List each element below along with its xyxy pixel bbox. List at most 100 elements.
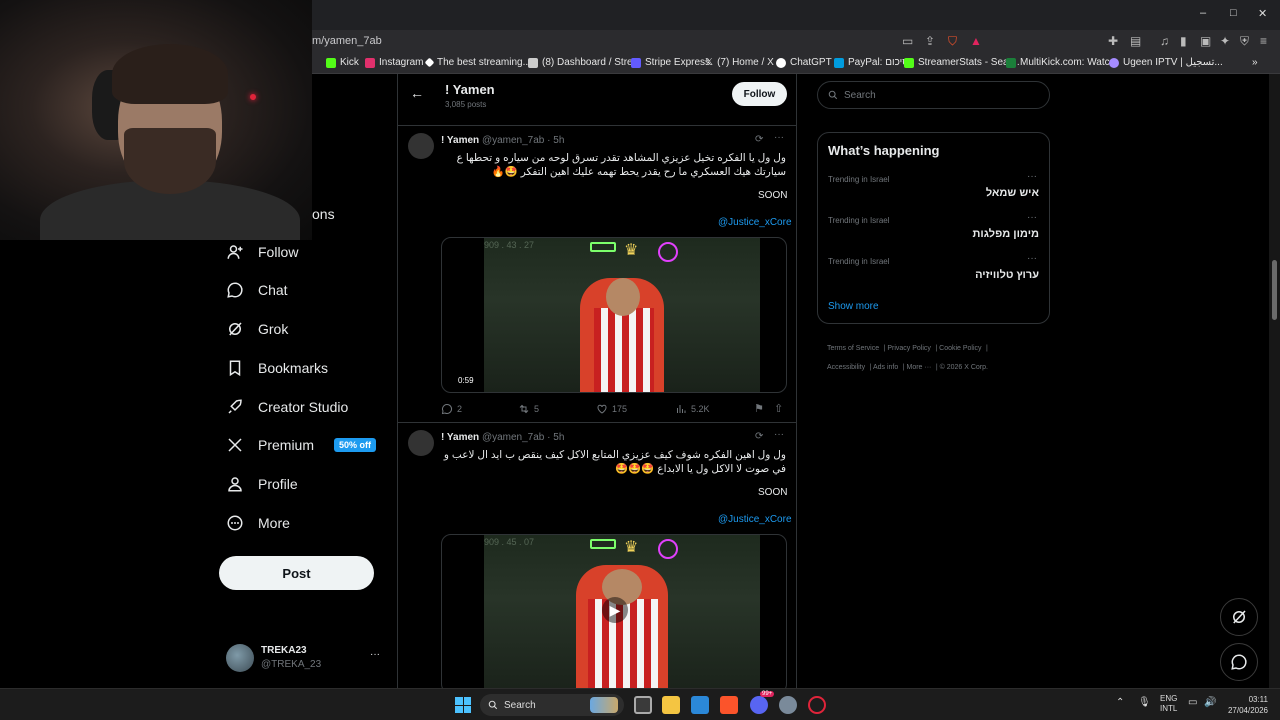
bookmark-multikick[interactable]: MultiKick.com: Watc... (1006, 57, 1118, 68)
bookmark-streamerstats[interactable]: StreamerStats - Sear... (904, 57, 1020, 68)
like-button[interactable]: 175 (596, 403, 627, 415)
tweet-avatar[interactable] (408, 133, 434, 159)
reader-icon[interactable]: ▤ (1130, 34, 1141, 48)
trend-menu-icon[interactable]: ··· (1027, 253, 1037, 264)
privacy-link[interactable]: Privacy Policy (887, 345, 931, 352)
bookmark-chatgpt[interactable]: ChatGPT (776, 57, 832, 68)
sidebar-icon[interactable]: ▮ (1180, 34, 1187, 48)
bookmark-instagram[interactable]: Instagram (365, 57, 423, 68)
nav-partial-label[interactable]: ons (312, 206, 335, 222)
discord-icon[interactable] (750, 696, 768, 714)
close-window-button[interactable]: ✕ (1258, 7, 1267, 20)
clock[interactable]: 03:11 27/04/2026 (1226, 694, 1268, 716)
cast-icon[interactable]: ▭ (902, 34, 913, 48)
trend-item[interactable]: Trending in Israel ··· איש שמאל (818, 169, 1049, 209)
nav-follow[interactable]: Follow (226, 238, 298, 266)
search-box[interactable]: Search (817, 81, 1050, 109)
nav-more[interactable]: More (226, 509, 290, 537)
menu-icon[interactable]: ≡ (1260, 34, 1267, 48)
bookmark-dashboard[interactable]: (8) Dashboard / Stre... (528, 57, 641, 68)
nav-grok[interactable]: Grok (226, 315, 288, 343)
microphone-icon[interactable]: 🎙 (1138, 697, 1151, 708)
leo-ai-icon[interactable]: ✦ (1220, 34, 1230, 48)
tweet-mention[interactable]: @Justice_xCore (718, 217, 792, 228)
brave-browser-icon[interactable] (720, 696, 738, 714)
tweet-video[interactable]: ♛ 909 . 43 . 27 0:59 (441, 237, 787, 393)
start-button[interactable] (455, 697, 471, 713)
page-scrollbar[interactable] (1269, 74, 1280, 688)
share-icon[interactable]: ⇧ (774, 402, 783, 415)
tweet-avatar[interactable] (408, 430, 434, 456)
grok-explain-icon[interactable]: ⟳ (755, 134, 763, 145)
reply-button[interactable]: 2 (441, 403, 462, 415)
bookmark-x-home[interactable]: 𝕏 (7) Home / X (705, 57, 774, 68)
file-explorer-icon[interactable] (662, 696, 680, 714)
scrollbar-thumb[interactable] (1272, 260, 1277, 320)
tweet-time[interactable]: · 5h (547, 135, 564, 146)
wallet-icon[interactable]: ▣ (1200, 34, 1211, 48)
post-button[interactable]: Post (219, 556, 374, 590)
brave-shield-icon[interactable]: ⛉ (948, 34, 957, 49)
nav-chat[interactable]: Chat (226, 276, 288, 304)
nav-creator-studio[interactable]: Creator Studio (226, 393, 348, 421)
store-icon[interactable] (691, 696, 709, 714)
minimize-button[interactable]: – (1200, 7, 1206, 19)
tweet-time[interactable]: · 5h (547, 432, 564, 443)
trend-item[interactable]: Trending in Israel ··· ערוץ טלוויזיה (818, 251, 1049, 291)
url-field[interactable]: m/yamen_7ab (312, 35, 382, 47)
grok-floating-button[interactable] (1220, 598, 1258, 636)
recording-app-icon[interactable] (808, 696, 826, 714)
nav-premium[interactable]: Premium 50% off (226, 431, 377, 459)
repost-button[interactable]: 5 (518, 403, 539, 415)
volume-icon[interactable]: 🔊 (1204, 697, 1216, 708)
chevron-up-icon[interactable]: ⌃ (1116, 697, 1124, 708)
tweet-author-name[interactable]: ! Yamen (441, 432, 479, 443)
tweet-menu-icon[interactable]: ··· (774, 429, 784, 440)
share-icon[interactable]: ⇪ (925, 34, 935, 48)
terms-link[interactable]: Terms of Service (827, 345, 879, 352)
task-view-icon[interactable] (634, 696, 652, 714)
tweet-1[interactable]: ! Yamen @yamen_7ab · 5h ⟳ ··· ول ول يا ا… (398, 126, 796, 422)
bookmark-kick[interactable]: Kick (326, 57, 359, 68)
play-icon[interactable]: ▶ (602, 597, 628, 623)
trend-menu-icon[interactable]: ··· (1027, 212, 1037, 223)
bookmark-paypal[interactable]: PayPal: סיכום (834, 57, 909, 68)
messages-floating-button[interactable] (1220, 643, 1258, 681)
tweet-menu-icon[interactable]: ··· (774, 132, 784, 143)
vpn-icon[interactable]: ⛨ (1240, 34, 1249, 49)
back-arrow-icon[interactable]: ← (410, 85, 424, 101)
media-icon[interactable]: ♫ (1160, 34, 1169, 48)
bookmark-ugeen[interactable]: Ugeen IPTV | تسجيل... (1109, 57, 1223, 68)
account-switcher[interactable]: TREKA23 @TREKA_23 ··· (226, 640, 386, 680)
tweet-2[interactable]: ! Yamen @yamen_7ab · 5h ⟳ ··· ول ول اهين… (398, 423, 796, 688)
tweet-mention[interactable]: @Justice_xCore (718, 514, 792, 525)
tweet-author-name[interactable]: ! Yamen (441, 135, 479, 146)
follow-button[interactable]: Follow (732, 82, 787, 106)
accessibility-link[interactable]: Accessibility (827, 364, 865, 371)
more-bookmarks-icon[interactable]: » (1252, 57, 1258, 68)
ads-info-link[interactable]: Ads info (873, 364, 898, 371)
trend-menu-icon[interactable]: ··· (1027, 171, 1037, 182)
account-menu-icon[interactable]: ··· (370, 649, 380, 660)
views-button[interactable]: 5.2K (675, 403, 710, 415)
extensions-icon[interactable]: ✚ (1108, 34, 1118, 48)
bookmark-streaming[interactable]: The best streaming... (424, 57, 531, 68)
tweet-author-handle[interactable]: @yamen_7ab (482, 432, 544, 443)
show-more-link[interactable]: Show more (828, 301, 879, 312)
tweet-video[interactable]: ♛ 909 . 45 . 07 ▶ (441, 534, 787, 688)
tweet-author-handle[interactable]: @yamen_7ab (482, 135, 544, 146)
language-indicator[interactable]: ENG INTL (1160, 694, 1177, 714)
trend-item[interactable]: Trending in Israel ··· מימון מפלגות (818, 210, 1049, 250)
network-icon[interactable]: ▭ (1188, 697, 1197, 708)
maximize-button[interactable]: □ (1230, 7, 1237, 19)
bookmark-stripe[interactable]: Stripe Express (631, 57, 710, 68)
nav-profile[interactable]: Profile (226, 470, 298, 498)
bookmark-icon[interactable]: ⚑ (754, 402, 764, 415)
settings-icon[interactable] (779, 696, 797, 714)
cookie-link[interactable]: Cookie Policy (939, 345, 981, 352)
grok-explain-icon[interactable]: ⟳ (755, 431, 763, 442)
taskbar-search[interactable]: Search (480, 694, 624, 716)
nav-bookmarks[interactable]: Bookmarks (226, 354, 328, 382)
more-link[interactable]: More ··· (906, 364, 931, 371)
rewards-icon[interactable]: ▲ (970, 34, 982, 48)
